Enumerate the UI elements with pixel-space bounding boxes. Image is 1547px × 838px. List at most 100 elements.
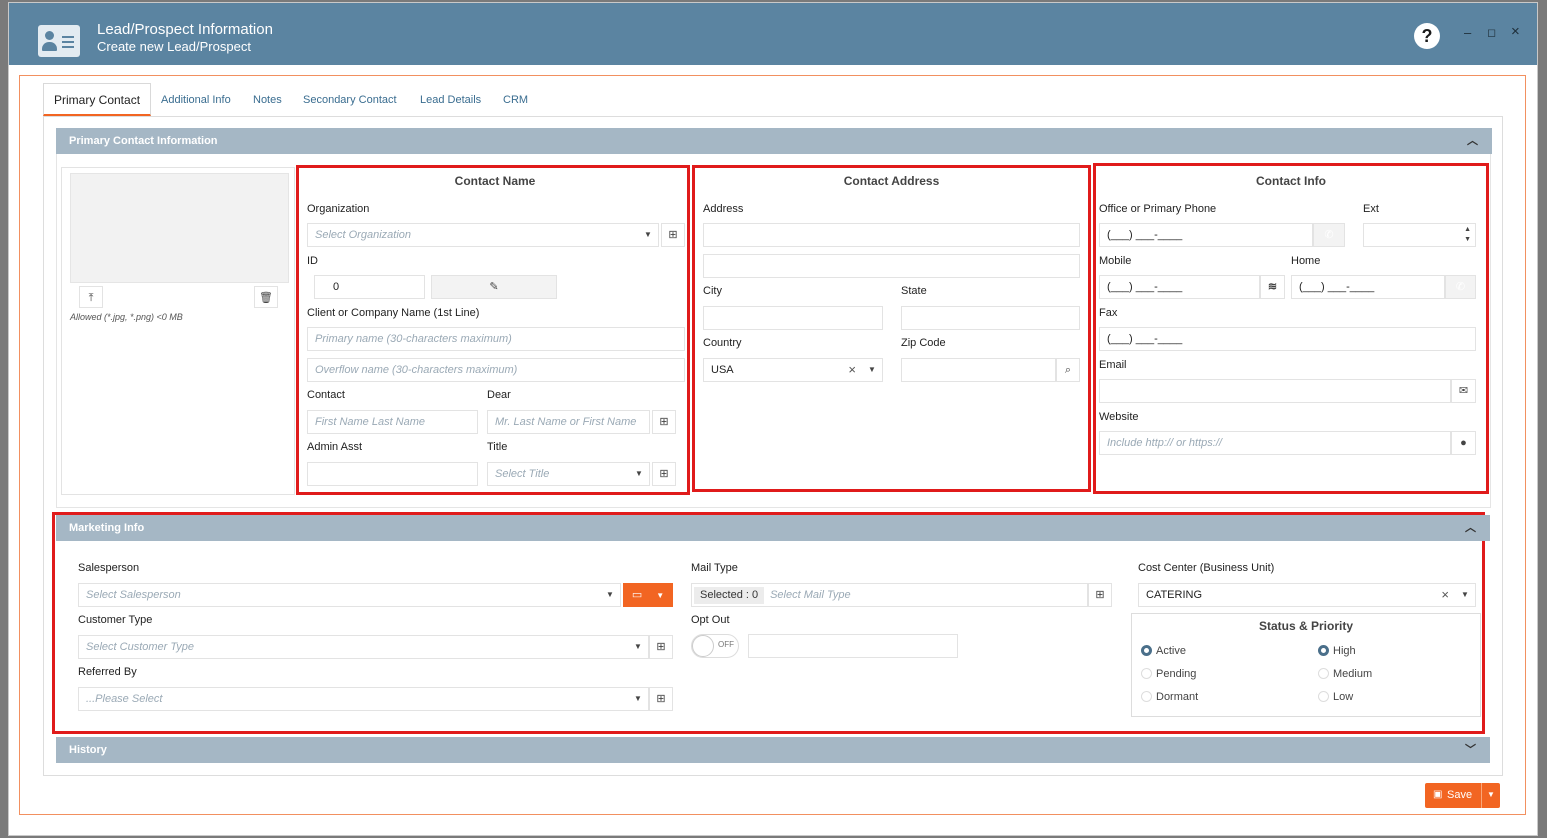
dear-generate-icon[interactable]: ⊞ <box>652 410 676 434</box>
trash-icon[interactable]: 🗑 <box>254 286 278 308</box>
fax-input[interactable]: (___) ___-____ <box>1099 327 1476 351</box>
close-button[interactable]: × <box>1511 23 1520 40</box>
contact-label: Contact <box>307 389 345 401</box>
add-mail-type-icon[interactable]: ⊞ <box>1088 583 1112 607</box>
organization-label: Organization <box>307 203 370 215</box>
cost-center-label: Cost Center (Business Unit) <box>1138 562 1275 574</box>
phone-icon[interactable]: ✆ <box>1313 223 1345 247</box>
referred-by-label: Referred By <box>78 666 137 678</box>
office-phone-input[interactable]: (___) ___-____ <box>1099 223 1313 247</box>
pencil-icon[interactable]: ✎ <box>431 275 557 299</box>
opt-out-toggle[interactable]: OFF <box>691 634 739 658</box>
rss-icon[interactable]: ≋ <box>1260 275 1285 299</box>
title-label: Title <box>487 441 508 453</box>
mail-type-select[interactable]: Selected : 0 Select Mail Type <box>691 583 1088 607</box>
chevron-down-icon: ▼ <box>635 469 643 478</box>
add-referred-icon[interactable]: ⊞ <box>649 687 673 711</box>
window-title: Lead/Prospect Information <box>97 21 273 38</box>
envelope-icon[interactable]: ✉ <box>1451 379 1476 403</box>
clear-icon[interactable]: × <box>848 359 856 381</box>
admin-asst-input[interactable] <box>307 462 478 486</box>
priority-low-radio[interactable]: Low <box>1318 691 1353 703</box>
salesperson-action-button[interactable]: ▭ ▼ <box>623 583 673 607</box>
priority-high-radio[interactable]: High <box>1318 645 1356 657</box>
home-label: Home <box>1291 255 1321 267</box>
contact-name-header: Contact Name <box>454 174 536 188</box>
title-select[interactable]: Select Title ▼ <box>487 462 650 486</box>
help-icon[interactable]: ? <box>1414 23 1440 49</box>
city-input[interactable] <box>703 306 883 330</box>
home-phone-icon[interactable]: ✆ <box>1445 275 1476 299</box>
state-label: State <box>901 285 927 297</box>
country-label: Country <box>703 337 742 349</box>
primary-name-input[interactable]: Primary name (30-characters maximum) <box>307 327 685 351</box>
chevron-down-icon[interactable]: ﹀ <box>1465 737 1476 763</box>
tab-secondary-contact[interactable]: Secondary Contact <box>303 84 397 117</box>
website-input[interactable]: Include http:// or https:// <box>1099 431 1451 455</box>
status-active-radio[interactable]: Active <box>1141 645 1186 657</box>
country-select[interactable]: USA × ▼ <box>703 358 883 382</box>
home-input[interactable]: (___) ___-____ <box>1291 275 1445 299</box>
opt-out-date-input[interactable] <box>748 634 958 658</box>
mobile-input[interactable]: (___) ___-____ <box>1099 275 1260 299</box>
search-icon[interactable]: ⌕ <box>1056 358 1080 382</box>
chevron-up-icon[interactable]: ︿ <box>1467 128 1478 154</box>
contact-card-icon <box>38 25 80 57</box>
chevron-down-icon[interactable]: ▼ <box>1487 790 1495 799</box>
mobile-label: Mobile <box>1099 255 1132 267</box>
cost-center-select[interactable]: CATERING × ▼ <box>1138 583 1476 607</box>
selected-count-badge: Selected : 0 <box>694 587 765 604</box>
status-dormant-radio[interactable]: Dormant <box>1141 691 1198 703</box>
add-customer-type-icon[interactable]: ⊞ <box>649 635 673 659</box>
company-name-label: Client or Company Name (1st Line) <box>307 307 480 319</box>
id-field[interactable]: 0 <box>314 275 425 299</box>
tab-lead-details[interactable]: Lead Details <box>420 84 481 117</box>
add-organization-icon[interactable]: ⊞ <box>661 223 685 247</box>
address-line2-input[interactable] <box>703 254 1080 278</box>
tab-divider <box>43 116 1503 117</box>
photo-preview <box>70 173 289 283</box>
tab-additional-info[interactable]: Additional Info <box>161 84 231 117</box>
tab-crm[interactable]: CRM <box>503 84 528 117</box>
organization-select[interactable]: Select Organization ▼ <box>307 223 659 247</box>
upload-icon[interactable]: ⤒ <box>79 286 103 308</box>
dear-input[interactable]: Mr. Last Name or First Name <box>487 410 650 434</box>
chevron-down-icon: ▼ <box>868 365 876 374</box>
salesperson-select[interactable]: Select Salesperson ▼ <box>78 583 621 607</box>
primary-contact-panel-header[interactable]: Primary Contact Information ︿ <box>56 128 1492 154</box>
history-panel-header[interactable]: History ﹀ <box>56 737 1490 763</box>
chevron-down-icon: ▼ <box>634 642 642 651</box>
zip-input[interactable] <box>901 358 1056 382</box>
tab-primary-contact[interactable]: Primary Contact <box>43 83 152 116</box>
tab-bottom-border <box>43 775 1503 776</box>
ext-label: Ext <box>1363 203 1379 215</box>
customer-type-select[interactable]: Select Customer Type ▼ <box>78 635 649 659</box>
document-icon: ▭ <box>631 589 643 601</box>
status-pending-radio[interactable]: Pending <box>1141 668 1196 680</box>
fax-label: Fax <box>1099 307 1118 319</box>
tab-notes[interactable]: Notes <box>253 84 282 117</box>
save-button[interactable]: ▣ Save ▼ <box>1425 783 1500 808</box>
zip-label: Zip Code <box>901 337 946 349</box>
panel-title: Marketing Info <box>69 522 145 534</box>
marketing-panel-header[interactable]: Marketing Info ︿ <box>56 515 1490 541</box>
state-input[interactable] <box>901 306 1080 330</box>
ext-input[interactable]: ▲ ▼ <box>1363 223 1476 247</box>
address-line1-input[interactable] <box>703 223 1080 247</box>
image-hint: Allowed (*.jpg, *.png) <0 MB <box>70 312 183 322</box>
website-label: Website <box>1099 411 1139 423</box>
maximize-button[interactable]: ◻ <box>1487 26 1496 39</box>
stepper-icon[interactable]: ▲ ▼ <box>1464 225 1471 245</box>
email-input[interactable] <box>1099 379 1451 403</box>
overflow-name-input[interactable]: Overflow name (30-characters maximum) <box>307 358 685 382</box>
contact-input[interactable]: First Name Last Name <box>307 410 478 434</box>
minimize-button[interactable]: – <box>1464 25 1471 40</box>
add-title-icon[interactable]: ⊞ <box>652 462 676 486</box>
clear-icon[interactable]: × <box>1441 584 1449 606</box>
status-priority-header: Status & Priority <box>1258 619 1354 633</box>
priority-medium-radio[interactable]: Medium <box>1318 668 1372 680</box>
title-bar: Lead/Prospect Information Create new Lea… <box>9 3 1537 65</box>
chevron-up-icon[interactable]: ︿ <box>1465 515 1476 541</box>
referred-by-select[interactable]: ...Please Select ▼ <box>78 687 649 711</box>
globe-icon[interactable]: ● <box>1451 431 1476 455</box>
